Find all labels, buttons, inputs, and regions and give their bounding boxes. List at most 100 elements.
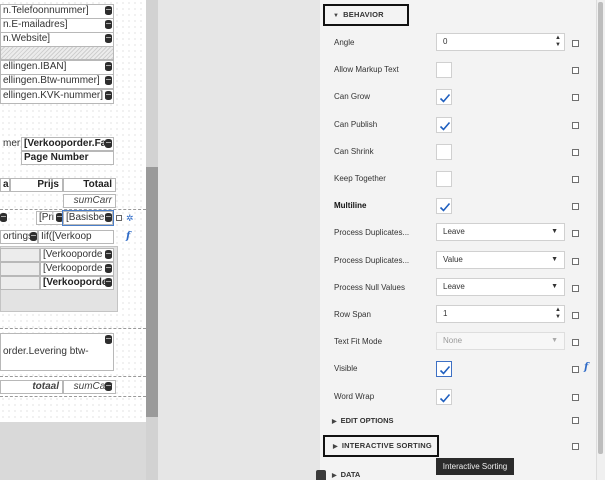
property-marker-square[interactable]: [572, 417, 579, 424]
empty-cell[interactable]: [0, 262, 40, 276]
property-checkbox[interactable]: [436, 171, 452, 187]
iif-expression-field[interactable]: Iif([Verkoop: [38, 230, 114, 244]
property-marker-square[interactable]: [572, 312, 579, 319]
property-row[interactable]: Multiline: [320, 193, 596, 220]
property-dropdown[interactable]: Value ▼: [436, 250, 565, 269]
property-marker-square[interactable]: [572, 148, 579, 156]
database-icon: [105, 91, 112, 100]
property-row[interactable]: Can Shrink: [320, 139, 596, 166]
order-number-label[interactable]: mer: [0, 137, 22, 151]
property-checkbox[interactable]: [436, 89, 452, 106]
property-marker-square[interactable]: [572, 443, 579, 450]
gear-icon[interactable]: ✲: [126, 213, 134, 224]
report-designer-surface[interactable]: n.Telefoonnummer] n.E-mailadres] n.Websi…: [0, 0, 158, 480]
property-checkbox[interactable]: [436, 116, 452, 133]
database-icon: [105, 278, 112, 287]
property-row[interactable]: Process Duplicates... Value ▼: [320, 248, 596, 275]
property-dropdown[interactable]: Leave ▼: [436, 223, 565, 242]
field-kvk[interactable]: ellingen.KVK-nummer]: [0, 89, 114, 104]
collapse-triangle-icon: ▼: [333, 13, 340, 19]
field-telefoon-text: n.Telefoonnummer]: [3, 5, 89, 16]
checkmark-icon: [439, 203, 451, 212]
field-email[interactable]: n.E-mailadres]: [0, 18, 114, 33]
property-checkbox[interactable]: [436, 143, 452, 160]
property-spin-editor[interactable]: 0 ▲ ▼: [436, 33, 565, 51]
chevron-down-icon[interactable]: ▼: [551, 333, 558, 349]
property-marker-square[interactable]: [572, 284, 579, 292]
verkooporder-field[interactable]: [Verkooporde: [40, 276, 114, 290]
verkooporder-field[interactable]: [Verkooporde: [40, 248, 114, 262]
property-row[interactable]: Row Span 1 ▲ ▼: [320, 302, 596, 329]
property-checkbox[interactable]: [436, 361, 452, 378]
data-section-header[interactable]: ▶ DATA: [332, 470, 360, 479]
property-row[interactable]: Can Grow: [320, 84, 596, 111]
expression-icon[interactable]: f: [584, 362, 588, 373]
property-label: Text Fit Mode: [334, 337, 383, 347]
property-row[interactable]: Text Fit Mode None ▼: [320, 329, 596, 356]
selection-handle[interactable]: [116, 215, 122, 221]
property-row[interactable]: Process Duplicates... Leave ▼: [320, 220, 596, 247]
database-icon: [30, 232, 37, 241]
property-checkbox[interactable]: [436, 198, 452, 215]
property-row[interactable]: Allow Markup Text: [320, 57, 596, 84]
sum-carry-field[interactable]: sumCarr: [63, 194, 116, 208]
property-dropdown[interactable]: Leave ▼: [436, 277, 565, 296]
property-marker-square[interactable]: [572, 230, 579, 238]
property-row[interactable]: Visible f: [320, 356, 596, 383]
field-btw[interactable]: ellingen.Btw-nummer]: [0, 74, 114, 89]
property-marker-square[interactable]: [572, 366, 579, 374]
empty-cell[interactable]: [0, 248, 40, 262]
scrollbar-thumb[interactable]: [598, 2, 603, 454]
property-marker-square[interactable]: [572, 393, 579, 401]
table-header-cell[interactable]: al: [0, 178, 10, 192]
property-label: Visible: [334, 364, 358, 374]
property-marker-square[interactable]: [572, 203, 579, 211]
total-label[interactable]: totaal: [0, 380, 63, 394]
spin-arrows-icon[interactable]: ▲ ▼: [554, 307, 562, 321]
property-row[interactable]: Angle 0 ▲ ▼: [320, 30, 596, 57]
field-iban[interactable]: ellingen.IBAN]: [0, 60, 114, 75]
property-marker-square[interactable]: [572, 121, 579, 129]
edit-options-title: EDIT OPTIONS: [340, 416, 394, 425]
field-kvk-text: ellingen.KVK-nummer]: [3, 90, 104, 101]
property-marker-square[interactable]: [572, 339, 579, 347]
property-label: Can Grow: [334, 92, 371, 102]
chevron-down-icon[interactable]: ▼: [551, 224, 558, 240]
table-header-cell[interactable]: Prijs: [10, 178, 63, 192]
property-marker-square[interactable]: [572, 94, 579, 102]
page-number-field[interactable]: Page Number: [21, 151, 114, 165]
empty-cell[interactable]: [0, 276, 40, 290]
chevron-down-icon[interactable]: ▼: [551, 252, 558, 268]
property-label: Process Null Values: [334, 282, 405, 292]
property-marker-square[interactable]: [572, 67, 579, 75]
property-label: Process Duplicates...: [334, 228, 410, 238]
header-col-b: Prijs: [37, 179, 59, 190]
property-value: None: [443, 336, 463, 346]
band-separator: [0, 376, 146, 377]
chevron-down-icon[interactable]: ▼: [551, 279, 558, 295]
property-marker-square[interactable]: [572, 176, 579, 183]
interactive-sorting-header[interactable]: ▶ INTERACTIVE SORTING: [323, 435, 439, 457]
property-checkbox[interactable]: [436, 388, 452, 405]
edit-options-header[interactable]: ▶ EDIT OPTIONS: [332, 416, 394, 425]
verkooporder-text: [Verkooporde: [43, 263, 103, 274]
report-page[interactable]: n.Telefoonnummer] n.E-mailadres] n.Websi…: [0, 0, 146, 422]
property-row[interactable]: Keep Together: [320, 166, 596, 193]
property-marker-square[interactable]: [572, 40, 579, 47]
field-website[interactable]: n.Website]: [0, 32, 114, 47]
edit-options-row[interactable]: ▶ EDIT OPTIONS: [320, 407, 596, 434]
behavior-section-header[interactable]: ▼ BEHAVIOR: [323, 4, 409, 26]
order-field[interactable]: [Verkooporder.Fa: [21, 137, 114, 151]
property-row[interactable]: Can Publish: [320, 112, 596, 139]
expression-icon[interactable]: f: [126, 231, 130, 242]
property-spin-editor[interactable]: 1 ▲ ▼: [436, 305, 565, 323]
spin-arrows-icon[interactable]: ▲ ▼: [554, 35, 562, 49]
canvas-scroll-band[interactable]: [146, 167, 158, 417]
property-marker-square[interactable]: [572, 257, 579, 265]
field-telefoon[interactable]: n.Telefoonnummer]: [0, 4, 114, 19]
property-checkbox[interactable]: [436, 62, 452, 79]
levering-field[interactable]: order.Levering btw-: [0, 333, 114, 371]
table-header-cell[interactable]: Totaal: [63, 178, 116, 192]
property-row[interactable]: Process Null Values Leave ▼: [320, 275, 596, 302]
verkooporder-field[interactable]: [Verkooporde: [40, 262, 114, 276]
